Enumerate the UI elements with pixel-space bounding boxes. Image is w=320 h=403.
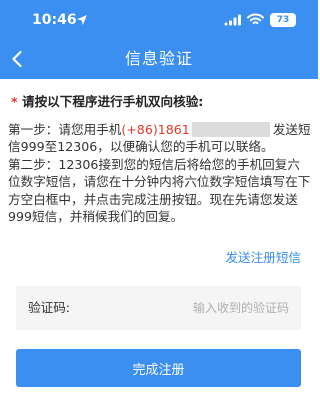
phone-number: (+86)1861 — [121, 121, 190, 137]
step-one: 第一步：请您用手机(+86)1861 发送短信999至12306，以便确认您的手机… — [8, 121, 312, 156]
status-time: 10:46 — [32, 12, 77, 28]
verification-code-field: 验证码: — [16, 286, 301, 330]
cellular-signal-icon — [224, 14, 241, 26]
step-two: 第二步：12306接到您的短信后将给您的手机回复六位数字短信，请您在十分钟内将六… — [8, 156, 311, 225]
heading-text: 请按以下程序进行手机双向核验: — [21, 94, 204, 109]
wifi-icon — [247, 13, 264, 24]
instructions-heading: * 请按以下程序进行手机双向核验: — [11, 93, 312, 111]
verification-code-input[interactable] — [99, 296, 289, 320]
send-register-sms-link[interactable]: 发送注册短信 — [225, 249, 301, 267]
location-arrow-icon — [77, 15, 87, 25]
required-star: * — [11, 94, 18, 109]
nav-header: 10:46 73 信息验证 — [0, 0, 318, 79]
verification-instructions: * 请按以下程序进行手机双向核验: 第一步：请您用手机(+86)1861 发送短信… — [8, 93, 312, 226]
step-one-prefix: 第一步：请您用手机 — [8, 121, 122, 137]
page-title: 信息验证 — [124, 49, 193, 68]
redacted-phone-digits — [191, 121, 270, 137]
status-bar: 10:46 73 — [0, 10, 318, 30]
complete-registration-button[interactable]: 完成注册 — [16, 349, 301, 387]
verification-code-label: 验证码: — [28, 300, 71, 315]
battery-indicator: 73 — [270, 13, 296, 27]
